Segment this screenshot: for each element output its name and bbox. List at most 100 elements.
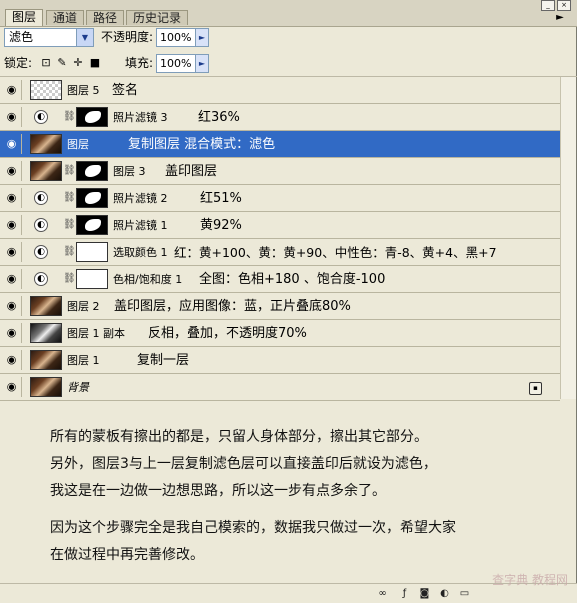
layer-name: 图层 1 副本 (67, 327, 125, 340)
layer-note: 盖印图层 (165, 164, 218, 179)
new-group-icon[interactable]: ▭ (458, 587, 471, 600)
watermark: 查字典 教程网 (492, 573, 568, 587)
eye-icon[interactable]: ◉ (2, 107, 22, 127)
layer-mask-thumbnail (76, 161, 108, 181)
layer-thumbnail (30, 80, 62, 100)
link-chain-icon: ⛓ (63, 192, 76, 203)
lock-position-icon[interactable]: ✛ (72, 57, 84, 69)
link-chain-icon: ⛓ (63, 246, 76, 257)
layer-note: 红36% (198, 110, 240, 125)
lock-transparency-icon[interactable]: ⊡ (40, 57, 52, 69)
eye-icon[interactable]: ◉ (2, 377, 22, 397)
layers-panel: 图层 通道 路径 历史记录 _ × ► 滤色 ▼ 不透明度: 100% ► 锁定… (0, 0, 577, 603)
note-line: 在做过程中再完善修改。 (50, 547, 204, 563)
layer-row[interactable]: ◉ ◐ ⛓ 选取颜色 1 红：黄+100、黄：黄+90、中性色：青-8、黄+4、… (0, 239, 560, 266)
fill-arrow-icon[interactable]: ► (195, 54, 209, 73)
fill-label: 填充: (125, 56, 154, 70)
opacity-arrow-icon[interactable]: ► (195, 28, 209, 47)
layers-scrollbar[interactable] (560, 77, 576, 399)
eye-icon[interactable]: ◉ (2, 296, 22, 316)
layer-style-icon[interactable]: ƒ (398, 587, 411, 600)
layer-name: 选取颜色 1 (113, 246, 168, 259)
layer-row[interactable]: ◉ 图层 1 副本 反相，叠加，不透明度70% (0, 320, 560, 347)
eye-icon[interactable]: ◉ (2, 134, 22, 154)
adjustment-layer-icon: ◐ (34, 218, 48, 232)
layer-row[interactable]: ◉ 图层 5 签名 (0, 77, 560, 104)
panel-menu-icon[interactable]: ► (553, 12, 567, 24)
layer-note: 复制图层 混合模式：滤色 (128, 137, 276, 152)
tab-layers[interactable]: 图层 (5, 9, 44, 26)
layer-note: 反相，叠加，不透明度70% (148, 326, 307, 341)
lock-label: 锁定: (4, 56, 33, 70)
link-chain-icon: ⛓ (63, 219, 76, 230)
layer-note: 盖印图层，应用图像：蓝，正片叠底80% (114, 299, 351, 314)
eye-icon[interactable]: ◉ (2, 80, 22, 100)
fill-input[interactable]: 100% (156, 54, 196, 73)
eye-icon[interactable]: ◉ (2, 161, 22, 181)
eye-icon[interactable]: ◉ (2, 323, 22, 343)
adjustment-layer-icon: ◐ (34, 245, 48, 259)
layer-note: 复制一层 (137, 353, 190, 368)
layer-note: 红51% (200, 191, 242, 206)
layer-row[interactable]: ◉ 图层 1 复制一层 (0, 347, 560, 374)
layer-mask-thumbnail (76, 269, 108, 289)
layer-thumbnail (30, 134, 62, 154)
note-line: 因为这个步骤完全是我自己模索的，数据我只做过一次，希望大家 (50, 520, 456, 536)
layer-mask-thumbnail (76, 188, 108, 208)
layer-row-selected[interactable]: ◉ 图层 复制图层 混合模式：滤色 (0, 131, 560, 158)
add-mask-icon[interactable]: ◙ (418, 587, 431, 600)
layer-name: 图层 2 (67, 300, 100, 313)
blend-row: 滤色 ▼ 不透明度: 100% ► (0, 26, 577, 50)
layer-row[interactable]: ◉ 图层 2 盖印图层，应用图像：蓝，正片叠底80% (0, 293, 560, 320)
lock-pixels-icon[interactable]: ✎ (56, 57, 68, 69)
eye-icon[interactable]: ◉ (2, 188, 22, 208)
opacity-input[interactable]: 100% (156, 28, 196, 47)
eye-icon[interactable]: ◉ (2, 350, 22, 370)
note-line: 我这是在一边做一边想思路，所以这一步有点多余了。 (50, 483, 386, 499)
link-chain-icon: ⛓ (63, 273, 76, 284)
layer-name: 色相/饱和度 1 (113, 273, 183, 286)
layer-row[interactable]: ◉ ◐ ⛓ 照片滤镜 2 红51% (0, 185, 560, 212)
layer-mask-thumbnail (76, 215, 108, 235)
layer-name: 照片滤镜 3 (113, 111, 168, 124)
tab-channels[interactable]: 通道 (46, 10, 85, 25)
layers-bottom-toolbar: ∞ ƒ ◙ ◐ ▭ (0, 583, 577, 603)
opacity-label: 不透明度: (101, 30, 154, 44)
tab-paths[interactable]: 路径 (86, 10, 125, 25)
layer-note: 黄92% (200, 218, 242, 233)
adjustment-icon[interactable]: ◐ (438, 587, 451, 600)
adjustment-layer-icon: ◐ (34, 272, 48, 286)
layer-name: 照片滤镜 1 (113, 219, 168, 232)
chevron-down-icon: ▼ (76, 29, 93, 46)
blend-mode-select[interactable]: 滤色 ▼ (4, 28, 94, 47)
eye-icon[interactable]: ◉ (2, 269, 22, 289)
layers-list: ◉ 图层 5 签名 ◉ ◐ ⛓ 照片滤镜 3 红36% ◉ 图层 复制图层 混合… (0, 77, 560, 401)
tutorial-note: 所有的蒙板有擦出的都是，只留人身体部分，擦出其它部分。 另外，图层3与上一层复制… (50, 424, 550, 569)
adjustment-layer-icon: ◐ (34, 110, 48, 124)
layer-row[interactable]: ◉ ◐ ⛓ 照片滤镜 1 黄92% (0, 212, 560, 239)
blend-mode-value: 滤色 (9, 30, 34, 44)
adjustment-layer-icon: ◐ (34, 191, 48, 205)
layer-row[interactable]: ◉ 背景 ▪ (0, 374, 560, 401)
close-icon[interactable]: × (557, 0, 571, 11)
layer-thumbnail (30, 161, 62, 181)
layer-row[interactable]: ◉ ⛓ 图层 3 盖印图层 (0, 158, 560, 185)
lock-icon: ▪ (529, 382, 542, 395)
link-layers-icon[interactable]: ∞ (376, 587, 389, 600)
layer-note: 全图：色相+180 、饱合度-100 (199, 272, 386, 287)
tab-history[interactable]: 历史记录 (126, 10, 189, 25)
lock-all-icon[interactable]: ■ (89, 57, 101, 69)
layer-note: 红：黄+100、黄：黄+90、中性色：青-8、黄+4、黑+7 (174, 245, 497, 260)
layer-row[interactable]: ◉ ◐ ⛓ 色相/饱和度 1 全图：色相+180 、饱合度-100 (0, 266, 560, 293)
panel-tab-bar: 图层 通道 路径 历史记录 _ × ► (0, 0, 577, 27)
eye-icon[interactable]: ◉ (2, 242, 22, 262)
layer-mask-thumbnail (76, 242, 108, 262)
eye-icon[interactable]: ◉ (2, 215, 22, 235)
layer-name: 图层 1 (67, 354, 100, 367)
layer-row[interactable]: ◉ ◐ ⛓ 照片滤镜 3 红36% (0, 104, 560, 131)
layer-thumbnail (30, 377, 62, 397)
layer-note: 签名 (112, 83, 139, 98)
layer-thumbnail (30, 323, 62, 343)
minimize-icon[interactable]: _ (541, 0, 555, 11)
layer-thumbnail (30, 350, 62, 370)
